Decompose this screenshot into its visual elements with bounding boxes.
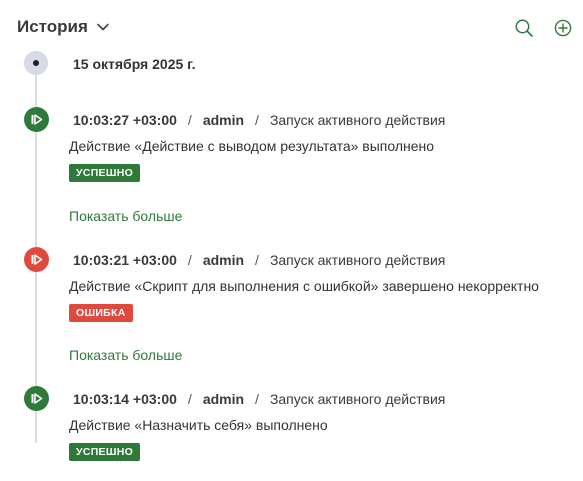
event-action: Запуск активного действия bbox=[269, 391, 446, 407]
event-description: Действие «Скрипт для выполнения с ошибко… bbox=[69, 278, 539, 294]
play-success-icon bbox=[24, 107, 49, 132]
add-circle-icon[interactable] bbox=[553, 18, 573, 38]
event-user: admin bbox=[202, 391, 245, 407]
separator: / bbox=[187, 112, 192, 128]
separator: / bbox=[187, 391, 192, 407]
event-header: 10:03:27 +03:00 / admin / Запуск активного д… bbox=[73, 112, 445, 128]
event-action: Запуск активного действия bbox=[269, 252, 446, 268]
event-action: Запуск активного действия bbox=[269, 112, 446, 128]
history-title-dropdown[interactable]: История bbox=[17, 17, 110, 37]
show-more-link[interactable]: Показать больше bbox=[69, 208, 182, 224]
separator: / bbox=[255, 391, 259, 407]
play-error-icon bbox=[24, 247, 49, 272]
event-user: admin bbox=[202, 112, 245, 128]
show-more-link[interactable]: Показать больше bbox=[69, 347, 182, 363]
separator: / bbox=[255, 112, 259, 128]
chevron-down-icon bbox=[97, 23, 109, 31]
date-label: 15 октября 2025 г. bbox=[73, 56, 196, 72]
search-icon[interactable] bbox=[514, 18, 534, 38]
status-badge: УСПЕШНО bbox=[69, 164, 141, 182]
event-description: Действие «Назначить себя» выполнено bbox=[69, 417, 328, 433]
separator: / bbox=[187, 252, 192, 268]
event-time: 10:03:14 +03:00 bbox=[73, 391, 177, 407]
event-time: 10:03:21 +03:00 bbox=[73, 252, 177, 268]
event-time: 10:03:27 +03:00 bbox=[73, 112, 177, 128]
date-marker-icon bbox=[24, 51, 48, 75]
history-panel: История 15 октября 2025 г. 10:03:27 +03:… bbox=[0, 0, 583, 481]
page-title: История bbox=[17, 17, 88, 36]
separator: / bbox=[255, 252, 259, 268]
event-user: admin bbox=[202, 252, 245, 268]
status-badge: УСПЕШНО bbox=[69, 443, 141, 461]
event-header: 10:03:21 +03:00 / admin / Запуск активного д… bbox=[73, 252, 445, 268]
event-header: 10:03:14 +03:00 / admin / Запуск активного д… bbox=[73, 391, 445, 407]
event-description: Действие «Действие с выводом результата»… bbox=[69, 138, 435, 154]
play-success-icon bbox=[24, 386, 49, 411]
status-badge: ОШИБКА bbox=[69, 304, 133, 322]
